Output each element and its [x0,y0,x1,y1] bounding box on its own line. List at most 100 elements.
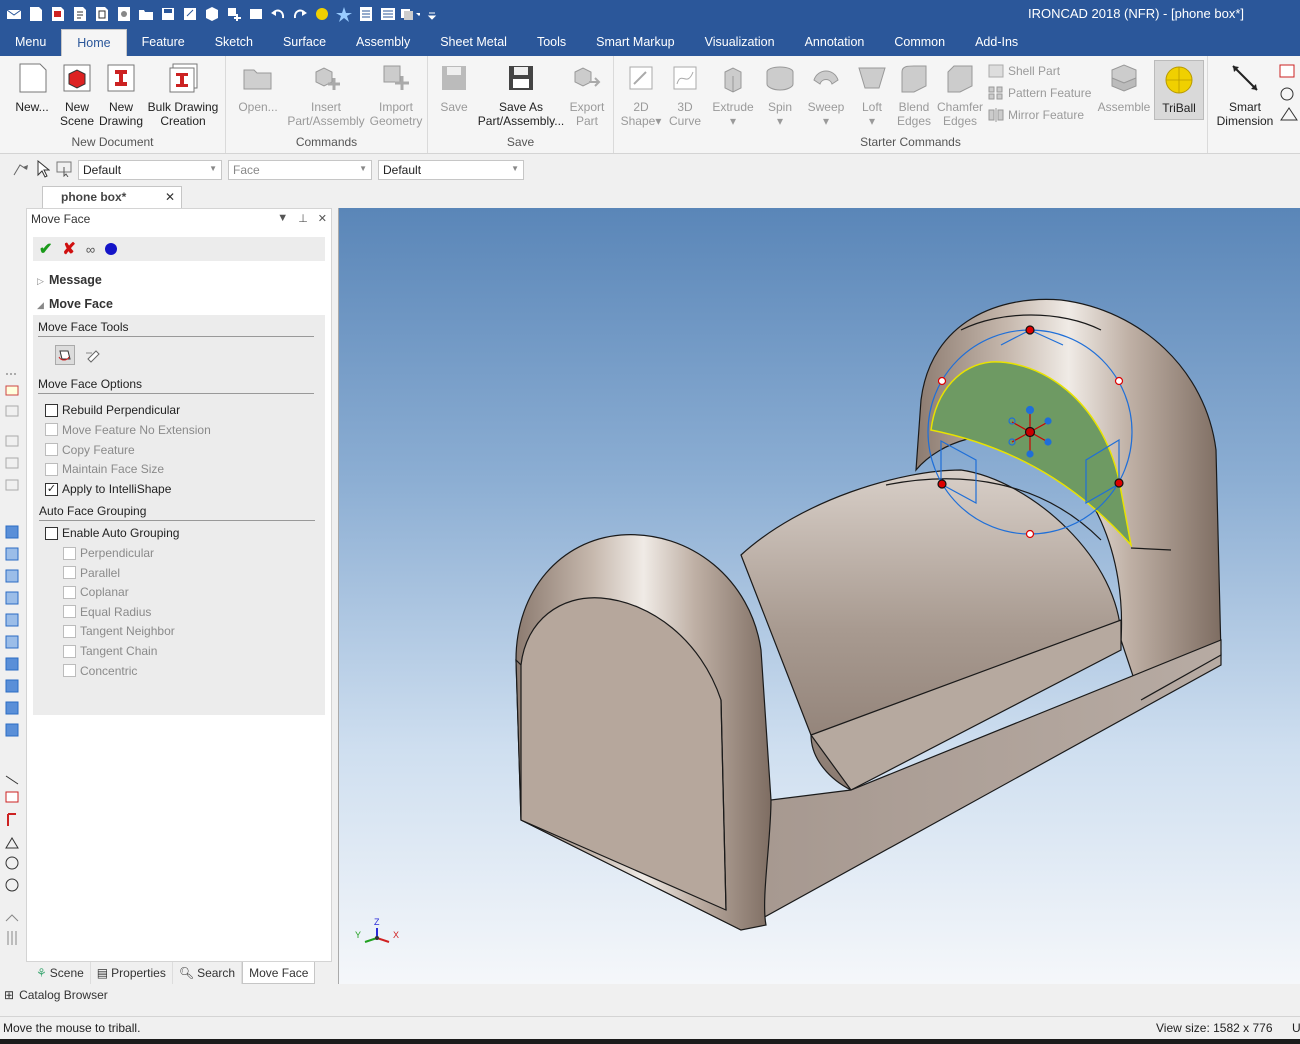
tab-sketch[interactable]: Sketch [200,28,268,56]
smart-snap-icon[interactable] [334,4,354,24]
extrude-button[interactable]: Extrude ▾ [710,62,756,128]
new-icon[interactable] [26,4,46,24]
undo-icon[interactable] [268,4,288,24]
tab-tools[interactable]: Tools [522,28,581,56]
apply-dot-icon[interactable] [105,243,118,255]
app-icon[interactable] [4,4,24,24]
document-tab[interactable]: phone box* ✕ [42,186,182,208]
pattern-feature-button[interactable]: Pattern Feature [988,86,1091,100]
tab-smart-markup[interactable]: Smart Markup [581,28,690,56]
bulk-drawing-button[interactable]: Bulk Drawing Creation [145,62,221,128]
3d-curve-button[interactable]: 3D Curve [664,62,706,128]
select-region-icon[interactable] [56,161,74,177]
tab-properties[interactable]: ▤ Properties [91,962,173,984]
3d-viewport[interactable]: Z X Y [338,208,1300,984]
shell-part-button[interactable]: Shell Part [988,64,1060,78]
spin-button[interactable]: Spin ▾ [760,62,800,128]
insert-part-button[interactable]: Insert Part/Assembly [284,62,368,128]
tab-scene[interactable]: ⚘ Scene [30,962,91,984]
insert-icon[interactable] [224,4,244,24]
render-mode-combo[interactable]: Default ▼ [378,160,524,180]
option-maintain-face-size-checkbox[interactable]: Maintain Face Size [45,462,164,476]
loft-button[interactable]: Loft ▾ [852,62,892,128]
tab-move-face[interactable]: Move Face [242,962,316,984]
option-apply-to-intellishape-checkbox[interactable]: ✓ Apply to IntelliShape [45,482,171,496]
group-equal-radius-checkbox[interactable]: Equal Radius [63,605,151,619]
move-face-alt-tool-icon[interactable] [83,345,103,365]
tab-annotation[interactable]: Annotation [790,28,880,56]
close-icon[interactable]: ✕ [318,212,327,225]
export-icon[interactable] [202,4,222,24]
tab-surface[interactable]: Surface [268,28,341,56]
triball-icon[interactable] [312,4,332,24]
pointer-icon[interactable] [36,160,50,178]
windows-icon[interactable] [400,4,420,24]
tab-assembly[interactable]: Assembly [341,28,425,56]
close-icon[interactable]: ✕ [165,190,175,204]
2d-shape-button[interactable]: 2D Shape▾ [618,62,664,128]
annotation-icons[interactable] [1278,64,1300,124]
save-icon[interactable] [158,4,178,24]
save-as-icon[interactable] [180,4,200,24]
model-view[interactable]: Z X Y [339,208,1300,984]
feature-tool-icons[interactable] [0,356,24,956]
customize-qat-icon[interactable] [422,4,442,24]
catalog-browser-tab[interactable]: ⊞ Catalog Browser [4,988,108,1002]
tab-sheet-metal[interactable]: Sheet Metal [425,28,522,56]
tab-add-ins[interactable]: Add-Ins [960,28,1033,56]
pin-icon[interactable]: ⊥ [298,212,308,225]
list-icon[interactable] [378,4,398,24]
ok-check-icon[interactable]: ✔ [39,239,52,259]
move-face-tool-icon[interactable] [55,345,75,365]
save-button[interactable]: Save [434,62,474,114]
group-parallel-checkbox[interactable]: Parallel [63,566,120,580]
group-tangent-chain-checkbox[interactable]: Tangent Chain [63,644,157,658]
group-tangent-neighbor-checkbox[interactable]: Tangent Neighbor [63,624,175,638]
import-geometry-button[interactable]: Import Geometry [368,62,424,128]
new-drawing-button[interactable]: New Drawing [98,62,144,128]
properties-icon[interactable] [356,4,376,24]
tab-feature[interactable]: Feature [127,28,200,56]
select-filter-icon[interactable] [12,161,30,179]
open-folder-icon[interactable] [136,4,156,24]
tab-home[interactable]: Home [61,29,127,56]
enable-auto-grouping-checkbox[interactable]: Enable Auto Grouping [45,526,179,540]
dropdown-icon[interactable]: ▼ [277,212,288,225]
blend-edges-button[interactable]: Blend Edges [894,62,934,128]
group-concentric-checkbox[interactable]: Concentric [63,664,137,678]
group-coplanar-checkbox[interactable]: Coplanar [63,585,129,599]
assemble-button[interactable]: Assemble [1096,62,1152,114]
group-perpendicular-checkbox[interactable]: Perpendicular [63,546,154,560]
smart-dimension-button[interactable]: Smart Dimension [1214,62,1276,128]
mirror-feature-button[interactable]: Mirror Feature [988,108,1084,122]
option-rebuild-perpendicular-checkbox[interactable]: Rebuild Perpendicular [45,403,180,417]
cancel-x-icon[interactable]: ✘ [62,239,75,259]
new-button[interactable]: New... [10,62,54,114]
style-combo[interactable]: Default ▼ [78,160,222,180]
redo-icon[interactable] [290,4,310,24]
new-scene-button[interactable]: New Scene [56,62,98,128]
new-scene-icon[interactable] [48,4,68,24]
tab-search[interactable]: 🔍︎ Search [173,962,243,984]
phone-box-model[interactable] [515,298,1222,931]
status-units: U [1292,1021,1300,1035]
import-icon[interactable] [246,4,266,24]
bulk-drawing-icon[interactable] [92,4,112,24]
tab-visualization[interactable]: Visualization [690,28,790,56]
new-drawing-icon[interactable] [70,4,90,24]
image-icon[interactable] [114,4,134,24]
selection-filter-combo[interactable]: Face ▼ [228,160,372,180]
option-copy-feature-checkbox[interactable]: Copy Feature [45,443,135,457]
move-face-section[interactable]: ◢ Move Face [37,297,113,311]
preview-glasses-icon[interactable]: ∞ [86,242,95,257]
open-button[interactable]: Open... [236,62,280,114]
message-section[interactable]: ▷ Message [37,273,102,287]
triball-button[interactable]: TriBall [1154,60,1204,120]
tab-common[interactable]: Common [879,28,960,56]
tab-menu[interactable]: Menu [0,28,61,56]
option-move-feature-no-extension-checkbox[interactable]: Move Feature No Extension [45,423,211,437]
export-part-button[interactable]: Export Part [566,62,608,128]
sweep-button[interactable]: Sweep ▾ [804,62,848,128]
chamfer-edges-button[interactable]: Chamfer Edges [936,62,984,128]
save-as-button[interactable]: Save As Part/Assembly... [476,62,566,128]
